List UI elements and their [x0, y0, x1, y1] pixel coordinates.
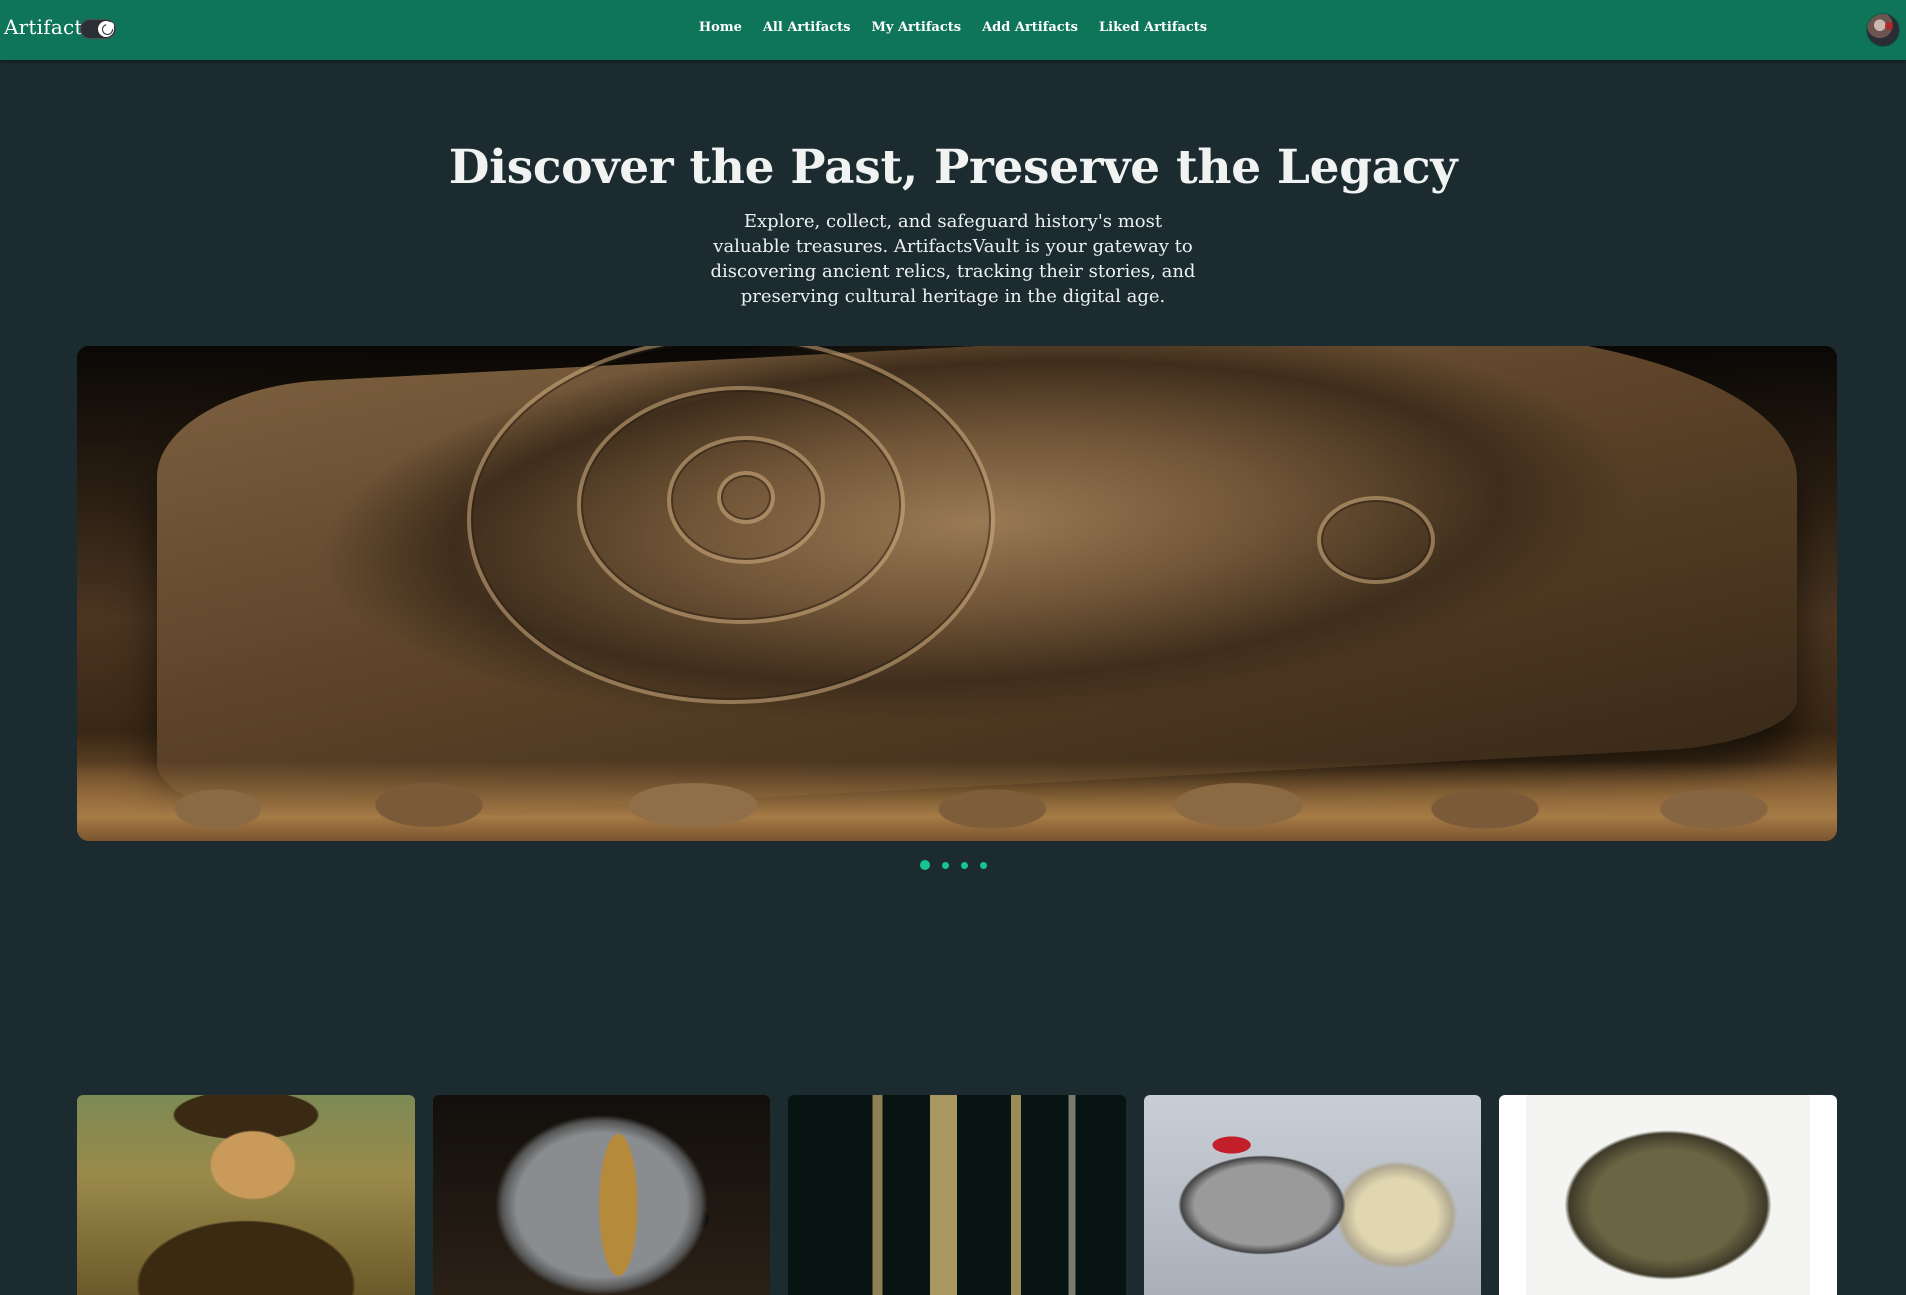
nav-link-add-artifacts[interactable]: Add Artifacts: [982, 20, 1078, 35]
stone-ring-right: [1317, 496, 1435, 584]
navbar: Artifacts Home All Artifacts My Artifact…: [0, 0, 1906, 60]
hero-description: Explore, collect, and safeguard history'…: [710, 211, 1196, 307]
artifact-card-grid: [77, 1095, 1837, 1295]
artifact-card-image[interactable]: [77, 1095, 415, 1295]
stone-ring-center: [717, 471, 775, 524]
carved-stone: [157, 346, 1797, 829]
nav-link-liked-artifacts[interactable]: Liked Artifacts: [1099, 20, 1207, 35]
slider-pagination: [0, 860, 1906, 870]
hero-slider[interactable]: [77, 346, 1837, 841]
slider-dot-3[interactable]: [960, 861, 968, 869]
slider-dot-4[interactable]: [979, 861, 987, 869]
slide-image-carved-stone: [77, 346, 1837, 841]
user-avatar[interactable]: [1866, 13, 1900, 47]
nav-link-all-artifacts[interactable]: All Artifacts: [763, 20, 851, 35]
hero-title: Discover the Past, Preserve the Legacy: [448, 140, 1458, 195]
artifact-card-image[interactable]: [1499, 1095, 1837, 1295]
artifact-card-image[interactable]: [432, 1095, 771, 1295]
artifact-card-image[interactable]: [788, 1095, 1126, 1295]
slider-dot-1[interactable]: [919, 860, 930, 870]
artifact-card-image[interactable]: [1143, 1095, 1482, 1295]
nav-link-home[interactable]: Home: [699, 20, 742, 35]
rubble-stones: [77, 761, 1837, 841]
nav-links: Home All Artifacts My Artifacts Add Arti…: [0, 20, 1906, 35]
nav-link-my-artifacts[interactable]: My Artifacts: [871, 20, 961, 35]
slider-dot-2[interactable]: [941, 861, 949, 869]
